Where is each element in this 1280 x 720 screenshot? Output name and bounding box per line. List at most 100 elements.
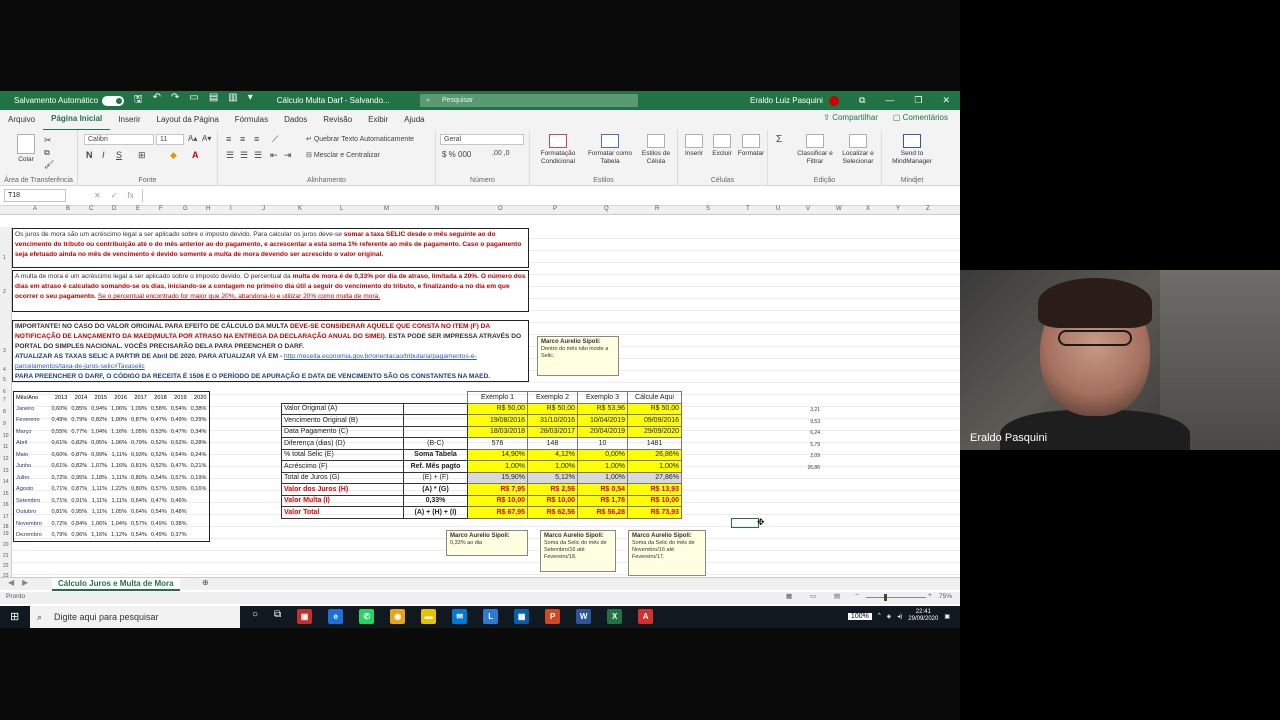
calc-value-cell[interactable]: 20/04/2019 [577, 425, 628, 438]
excel-icon[interactable]: X [607, 609, 623, 624]
cell-styles-button[interactable]: Estilos de Célula [636, 134, 676, 166]
selic-rate-cell[interactable]: 0,84% [69, 518, 89, 530]
selic-rate-cell[interactable]: 0,80% [129, 484, 149, 496]
calc-value-cell[interactable]: R$ 2,56 [527, 483, 578, 496]
calc-value-cell[interactable]: R$ 10,00 [627, 494, 682, 507]
selic-rate-cell[interactable]: 0,57% [149, 484, 169, 496]
selic-rate-cell[interactable]: 1,11% [89, 484, 109, 496]
calc-label-cell[interactable]: Acréscimo (F) [281, 460, 404, 473]
calc-label-cell[interactable]: Diferença (dias) (D) [281, 437, 404, 450]
column-header[interactable]: X [866, 206, 870, 212]
calc-value-cell[interactable]: 29/09/2020 [627, 425, 682, 438]
calc-value-cell[interactable]: 576 [467, 437, 528, 450]
selic-rate-cell[interactable]: 1,16% [109, 461, 129, 473]
calc-value-cell[interactable]: R$ 50,00 [627, 402, 682, 415]
calc-value-cell[interactable]: 148 [527, 437, 578, 450]
shrink-font-icon[interactable]: A▾ [202, 134, 211, 143]
calc-value-cell[interactable]: R$ 10,00 [467, 494, 528, 507]
lync-icon[interactable]: L [483, 609, 499, 624]
tab-ajuda[interactable]: Ajuda [396, 110, 432, 130]
send-mindmanager-button[interactable]: Send to MindManager [888, 134, 936, 166]
calc-formula-cell[interactable]: 0,33% [403, 494, 468, 507]
selic-rate-cell[interactable]: 0,57% [129, 518, 149, 530]
selic-rate-cell[interactable]: 0,54% [129, 530, 149, 542]
selic-rate-cell[interactable]: 0,54% [169, 403, 189, 415]
row-header[interactable]: 2 [3, 289, 6, 295]
calc-value-cell[interactable]: 1,00% [627, 460, 682, 473]
delete-cells-button[interactable]: Excluir [708, 134, 736, 158]
column-header[interactable]: E [136, 206, 140, 212]
selic-rate-cell[interactable]: 0,46% [169, 495, 189, 507]
increase-indent-icon[interactable]: ⇥ [284, 150, 292, 161]
align-center-icon[interactable]: ☰ [240, 150, 248, 161]
calc-value-cell[interactable]: R$ 50,00 [527, 402, 578, 415]
calc-value-cell[interactable]: 15,90% [467, 471, 528, 484]
autosum-icon[interactable]: Σ [776, 134, 782, 145]
selic-rate-cell[interactable]: 1,04% [109, 518, 129, 530]
calc-value-cell[interactable]: R$ 62,56 [527, 506, 578, 519]
calc-value-cell[interactable]: 1,00% [527, 460, 578, 473]
format-painter-icon[interactable]: 🖌 [44, 160, 54, 169]
selic-rate-cell[interactable]: 0,64% [129, 507, 149, 519]
calc-value-cell[interactable]: 1,00% [577, 471, 628, 484]
ribbon-display-icon[interactable]: ⧉ [859, 91, 865, 110]
selic-rate-cell[interactable]: 0,87% [69, 449, 89, 461]
calc-value-cell[interactable]: 0,00% [577, 448, 628, 461]
calc-label-cell[interactable]: Vencimento Original (B) [281, 414, 404, 427]
user-account[interactable]: Eraldo Luiz Pasquini [750, 91, 840, 110]
column-header[interactable]: W [836, 206, 842, 212]
calc-formula-cell[interactable]: (A) + (H) + (I) [403, 506, 468, 519]
selic-rate-cell[interactable]: 0,58% [149, 403, 169, 415]
document-title[interactable]: Cálculo Multa Darf - Salvando... [277, 96, 390, 105]
conditional-format-button[interactable]: Formatação Condicional [534, 134, 582, 166]
selic-rate-cell[interactable]: 0,55% [50, 426, 70, 438]
font-color-icon[interactable]: A [192, 150, 199, 160]
format-table-button[interactable]: Formatar como Tabela [584, 134, 636, 166]
selic-rate-cell[interactable]: 1,11% [109, 449, 129, 461]
column-header[interactable]: I [230, 206, 232, 212]
calc-value-cell[interactable]: R$ 7,95 [467, 483, 528, 496]
row-header[interactable]: 1 [3, 255, 6, 261]
selic-rate-cell[interactable]: 0,48% [169, 507, 189, 519]
selic-rate-cell[interactable]: 0,54% [169, 449, 189, 461]
selic-rate-cell[interactable]: 0,82% [69, 461, 89, 473]
selic-rate-cell[interactable]: 0,95% [89, 438, 109, 450]
calc-value-cell[interactable]: 10 [577, 437, 628, 450]
calc-label-cell[interactable]: % total Selic (E) [281, 448, 404, 461]
selic-rate-cell[interactable]: 0,95% [69, 507, 89, 519]
page-break-icon[interactable]: ▤ [834, 592, 840, 600]
column-header[interactable]: G [183, 206, 188, 212]
decrease-indent-icon[interactable]: ⇤ [270, 150, 278, 161]
selic-rate-cell[interactable] [189, 507, 209, 519]
row-header[interactable]: 11 [3, 444, 8, 450]
calc-value-cell[interactable]: 09/09/2016 [627, 414, 682, 427]
column-header[interactable]: J [262, 206, 265, 212]
column-header[interactable]: K [298, 206, 302, 212]
calc-header-calcule[interactable]: Cálcule Aqui [627, 391, 682, 404]
selic-rate-cell[interactable]: 1,00% [109, 415, 129, 427]
selic-month-cell[interactable]: Janeiro [14, 403, 50, 415]
selic-rate-cell[interactable]: 0,80% [129, 472, 149, 484]
selic-rate-cell[interactable]: 0,54% [149, 507, 169, 519]
selic-rate-cell[interactable]: 1,11% [89, 507, 109, 519]
selic-rate-cell[interactable]: 1,22% [109, 484, 129, 496]
clock[interactable]: 22:41 29/09/2020 [908, 609, 938, 623]
selic-rate-cell[interactable]: 0,52% [149, 461, 169, 473]
calc-value-cell[interactable]: 1481 [627, 437, 682, 450]
selic-header-cell[interactable]: 2019 [169, 392, 189, 404]
column-header[interactable]: F [159, 206, 163, 212]
calc-value-cell[interactable]: 26,86% [627, 448, 682, 461]
zoom-slider-handle[interactable] [884, 594, 887, 601]
row-header[interactable]: 20 [3, 542, 9, 548]
selic-rate-cell[interactable]: 1,11% [109, 472, 129, 484]
column-header[interactable]: B [66, 206, 70, 212]
calc-value-cell[interactable]: 1,00% [577, 460, 628, 473]
selic-month-cell[interactable]: Agosto [14, 484, 50, 496]
open-icon[interactable]: ▭ [189, 92, 198, 109]
borders-icon[interactable]: ⊞ [138, 150, 146, 161]
side-value-cell[interactable]: 3,21 [800, 405, 820, 417]
windows-start-icon[interactable]: ⊞ [10, 610, 19, 623]
row-header[interactable]: 12 [3, 456, 9, 462]
row-header[interactable]: 21 [3, 553, 9, 559]
row-header[interactable]: 14 [3, 479, 9, 485]
